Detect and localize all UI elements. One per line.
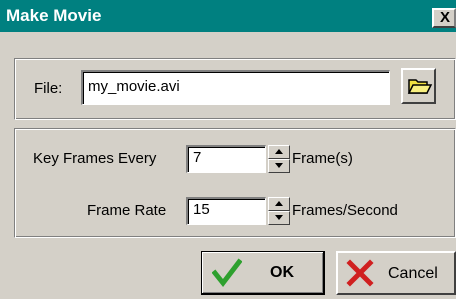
file-label: File: — [34, 80, 63, 97]
frame-rate-up-button[interactable] — [268, 197, 290, 211]
make-movie-dialog: Make Movie X File: my_movie.avi Key Fram… — [0, 0, 456, 299]
green-check-icon — [212, 258, 242, 288]
red-x-icon — [346, 259, 374, 287]
key-frames-label: Key Frames Every — [33, 150, 157, 167]
key-frames-spinner[interactable] — [268, 145, 290, 173]
frame-rate-input[interactable]: 15 — [186, 197, 266, 225]
close-icon: X — [440, 9, 451, 26]
frame-rate-label: Frame Rate — [87, 202, 167, 219]
key-frames-down-button[interactable] — [268, 159, 290, 173]
cancel-label: Cancel — [388, 265, 438, 282]
key-frames-input[interactable]: 7 — [186, 145, 266, 173]
window-title: Make Movie — [6, 6, 102, 25]
ok-button[interactable]: OK — [201, 251, 325, 295]
frame-rate-unit: Frames/Second — [292, 202, 398, 219]
key-frames-up-button[interactable] — [268, 145, 290, 159]
browse-button[interactable] — [401, 68, 436, 104]
title-bar[interactable]: Make Movie X — [0, 0, 456, 32]
open-folder-icon — [407, 79, 433, 94]
file-input[interactable]: my_movie.avi — [81, 70, 390, 105]
frame-rate-spinner[interactable] — [268, 197, 290, 225]
key-frames-unit: Frame(s) — [292, 150, 353, 167]
cancel-button[interactable]: Cancel — [336, 251, 456, 295]
frame-rate-down-button[interactable] — [268, 211, 290, 225]
ok-label: OK — [270, 264, 294, 281]
close-button[interactable]: X — [432, 8, 456, 28]
